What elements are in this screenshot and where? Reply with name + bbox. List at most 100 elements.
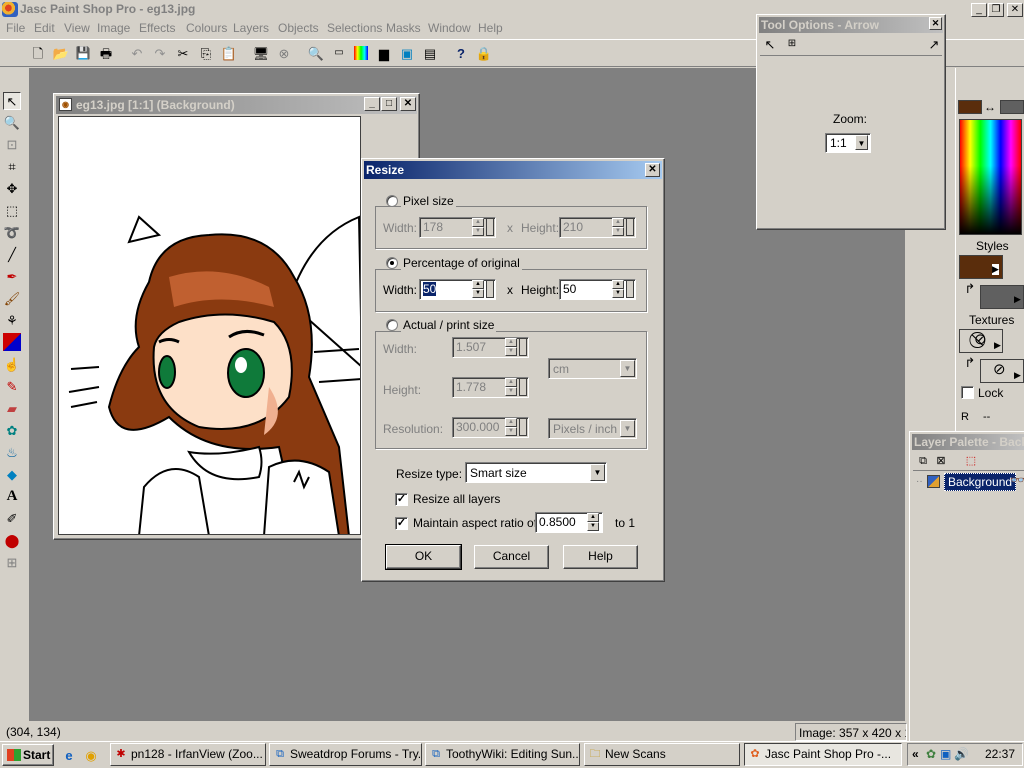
histogram-icon[interactable]: ▆ (375, 44, 393, 62)
swap-colours-icon[interactable]: ↔ (981, 98, 999, 116)
colour-spectrum[interactable] (959, 119, 1022, 235)
maintain-aspect-label[interactable]: Maintain aspect ratio of: (413, 516, 540, 530)
minimize-button[interactable]: _ (971, 3, 987, 17)
resolution-spinner[interactable]: ▲ ▼ (505, 418, 517, 437)
pixel-size-radio[interactable] (386, 195, 398, 207)
layer-item-background[interactable]: Background (944, 473, 1017, 491)
percentage-label[interactable]: Percentage of original (401, 256, 522, 270)
resize-dialog-titlebar[interactable]: Resize ✕ (364, 161, 662, 179)
ie-quicklaunch-icon[interactable]: e (60, 746, 78, 764)
chevron-down-icon[interactable]: ▼ (620, 420, 635, 437)
browse-icon[interactable]: 🖥 (252, 44, 270, 62)
dropper-tool-icon[interactable]: ✒ (3, 267, 21, 285)
aspect-ratio-field[interactable]: 0.8500 ▲ ▼ (535, 512, 603, 533)
tray-network-icon[interactable]: ▣ (940, 747, 951, 761)
chevron-down-icon[interactable]: ▼ (855, 135, 868, 150)
tray-volume-icon[interactable]: 🔊 (954, 747, 969, 761)
picture-tube-icon[interactable]: ✿ (3, 421, 21, 439)
tool-options-window[interactable]: Tool Options - Arrow ✕ ↖ ⊞ ↗ Zoom: 1:1 ▼ (756, 14, 946, 230)
help-button[interactable]: Help (563, 545, 638, 569)
whats-this-icon[interactable]: ? (452, 44, 470, 62)
task-sweatdrop[interactable]: ⧉ Sweatdrop Forums - Try... (269, 743, 422, 766)
lock-checkbox[interactable] (961, 386, 974, 399)
paintbrush-icon[interactable]: 🖌 (3, 289, 21, 307)
percentage-height-spinner[interactable]: ▲ ▼ (612, 280, 624, 299)
resize-close-button[interactable]: ✕ (645, 163, 660, 177)
new-layer-icon[interactable]: ⧉ (914, 452, 932, 470)
retouch-tool-icon[interactable]: ☝ (3, 355, 21, 373)
arrow-options-tab-icon[interactable]: ↖ (761, 35, 779, 53)
toggle-toolbar-icon[interactable]: ▭ (330, 44, 348, 62)
menu-layers[interactable]: Layers (233, 21, 269, 35)
menu-colours[interactable]: Colours (186, 21, 227, 35)
pixel-size-label[interactable]: Pixel size (401, 194, 456, 208)
paste-icon[interactable]: 📋 (220, 44, 238, 62)
colour-replacer-icon[interactable] (3, 333, 21, 351)
text-tool-icon[interactable]: A (3, 487, 21, 505)
object-selector-icon[interactable]: ⊞ (3, 553, 21, 571)
eraser-icon[interactable]: ▰ (3, 399, 21, 417)
menu-masks[interactable]: Masks (386, 21, 421, 35)
actual-width-field[interactable]: 1.507 ▲ ▼ (452, 337, 529, 358)
foreground-swatch[interactable] (958, 100, 982, 114)
start-button[interactable]: Start (2, 744, 54, 766)
swap-textures-icon[interactable]: ↱ (961, 353, 979, 371)
actual-size-label[interactable]: Actual / print size (401, 318, 497, 332)
colour-palette-icon[interactable] (354, 46, 368, 60)
ok-button[interactable]: OK (385, 544, 462, 570)
actual-height-spinner[interactable]: ▲ ▼ (505, 378, 517, 397)
styles-arrow-icon[interactable]: ▶ (992, 264, 999, 275)
selection-tool-icon[interactable]: ⬚ (3, 201, 21, 219)
menu-help[interactable]: Help (478, 21, 503, 35)
crop-tool-icon[interactable]: ⌗ (3, 157, 21, 175)
animation-icon[interactable]: ⊗ (275, 44, 293, 62)
redo-icon[interactable]: ↷ (151, 44, 169, 62)
zoom-tool-icon[interactable]: 🔍 (307, 44, 325, 62)
visibility-icon[interactable]: 👓 (1010, 473, 1024, 487)
actual-size-radio[interactable] (386, 319, 398, 331)
scratch-remover-icon[interactable]: ✎ (3, 377, 21, 395)
actual-height-slider[interactable] (519, 378, 527, 396)
percentage-height-slider[interactable] (626, 280, 634, 298)
menu-file[interactable]: File (6, 21, 25, 35)
resolution-unit-dropdown[interactable]: Pixels / inch ▼ (548, 418, 637, 439)
options-pin-icon[interactable]: ↗ (925, 35, 943, 53)
copy-icon[interactable]: ⎘ (197, 44, 215, 62)
zoom-tool-icon[interactable]: 🔍 (3, 113, 21, 131)
pixel-height-slider[interactable] (626, 218, 634, 236)
script-icon[interactable]: 🔒 (475, 44, 493, 62)
zoom-dropdown[interactable]: 1:1 ▼ (825, 133, 871, 153)
tool-options-titlebar[interactable]: Tool Options - Arrow ✕ (759, 17, 943, 33)
image-maximize-button[interactable]: □ (381, 97, 397, 111)
save-icon[interactable]: 💾 (74, 44, 92, 62)
image-window-titlebar[interactable]: ◉ eg13.jpg [1:1] (Background) _ □ ✕ (56, 96, 417, 114)
percentage-width-slider[interactable] (486, 280, 494, 298)
layer-mask-icon[interactable]: ⬚ (962, 452, 980, 470)
deform-tool-icon[interactable]: ⊡ (3, 135, 21, 153)
open-folder-icon[interactable]: 📂 (52, 44, 70, 62)
pixel-height-spinner[interactable]: ▲ ▼ (612, 218, 624, 237)
menu-image[interactable]: Image (97, 21, 130, 35)
bg-texture-arrow-icon[interactable]: ▶ (1014, 370, 1021, 381)
new-file-icon[interactable]: 🗋 (29, 44, 47, 62)
media-quicklaunch-icon[interactable]: ◉ (82, 746, 100, 764)
maintain-aspect-checkbox[interactable]: ✓ (395, 517, 408, 530)
texture-arrow-icon[interactable]: ▶ (994, 340, 1001, 351)
percentage-width-field[interactable]: 50 ▲ ▼ (419, 279, 496, 300)
chevron-down-icon[interactable]: ▼ (590, 464, 605, 481)
percentage-radio[interactable] (386, 257, 398, 269)
layer-palette-titlebar[interactable]: Layer Palette - Back (912, 434, 1024, 450)
layer-palette-window[interactable]: Layer Palette - Back ⧉ ⊠ ⬚ ·· Background… (909, 431, 1024, 743)
resize-type-dropdown[interactable]: Smart size ▼ (465, 462, 607, 483)
overview-icon[interactable]: ▤ (421, 44, 439, 62)
cursor-options-tab-icon[interactable]: ⊞ (783, 35, 801, 53)
pixel-width-slider[interactable] (486, 218, 494, 236)
task-new-scans[interactable]: 🗀 New Scans (584, 743, 740, 766)
bg-style-arrow-icon[interactable]: ▶ (1014, 294, 1021, 305)
arrow-tool-icon[interactable]: ↖ (3, 92, 21, 110)
mover-tool-icon[interactable]: ✥ (3, 179, 21, 197)
actual-width-slider[interactable] (519, 338, 527, 356)
aspect-ratio-spinner[interactable]: ▲ ▼ (587, 513, 599, 532)
tool-options-close-button[interactable]: ✕ (929, 17, 942, 30)
pixel-width-spinner[interactable]: ▲ ▼ (472, 218, 484, 237)
